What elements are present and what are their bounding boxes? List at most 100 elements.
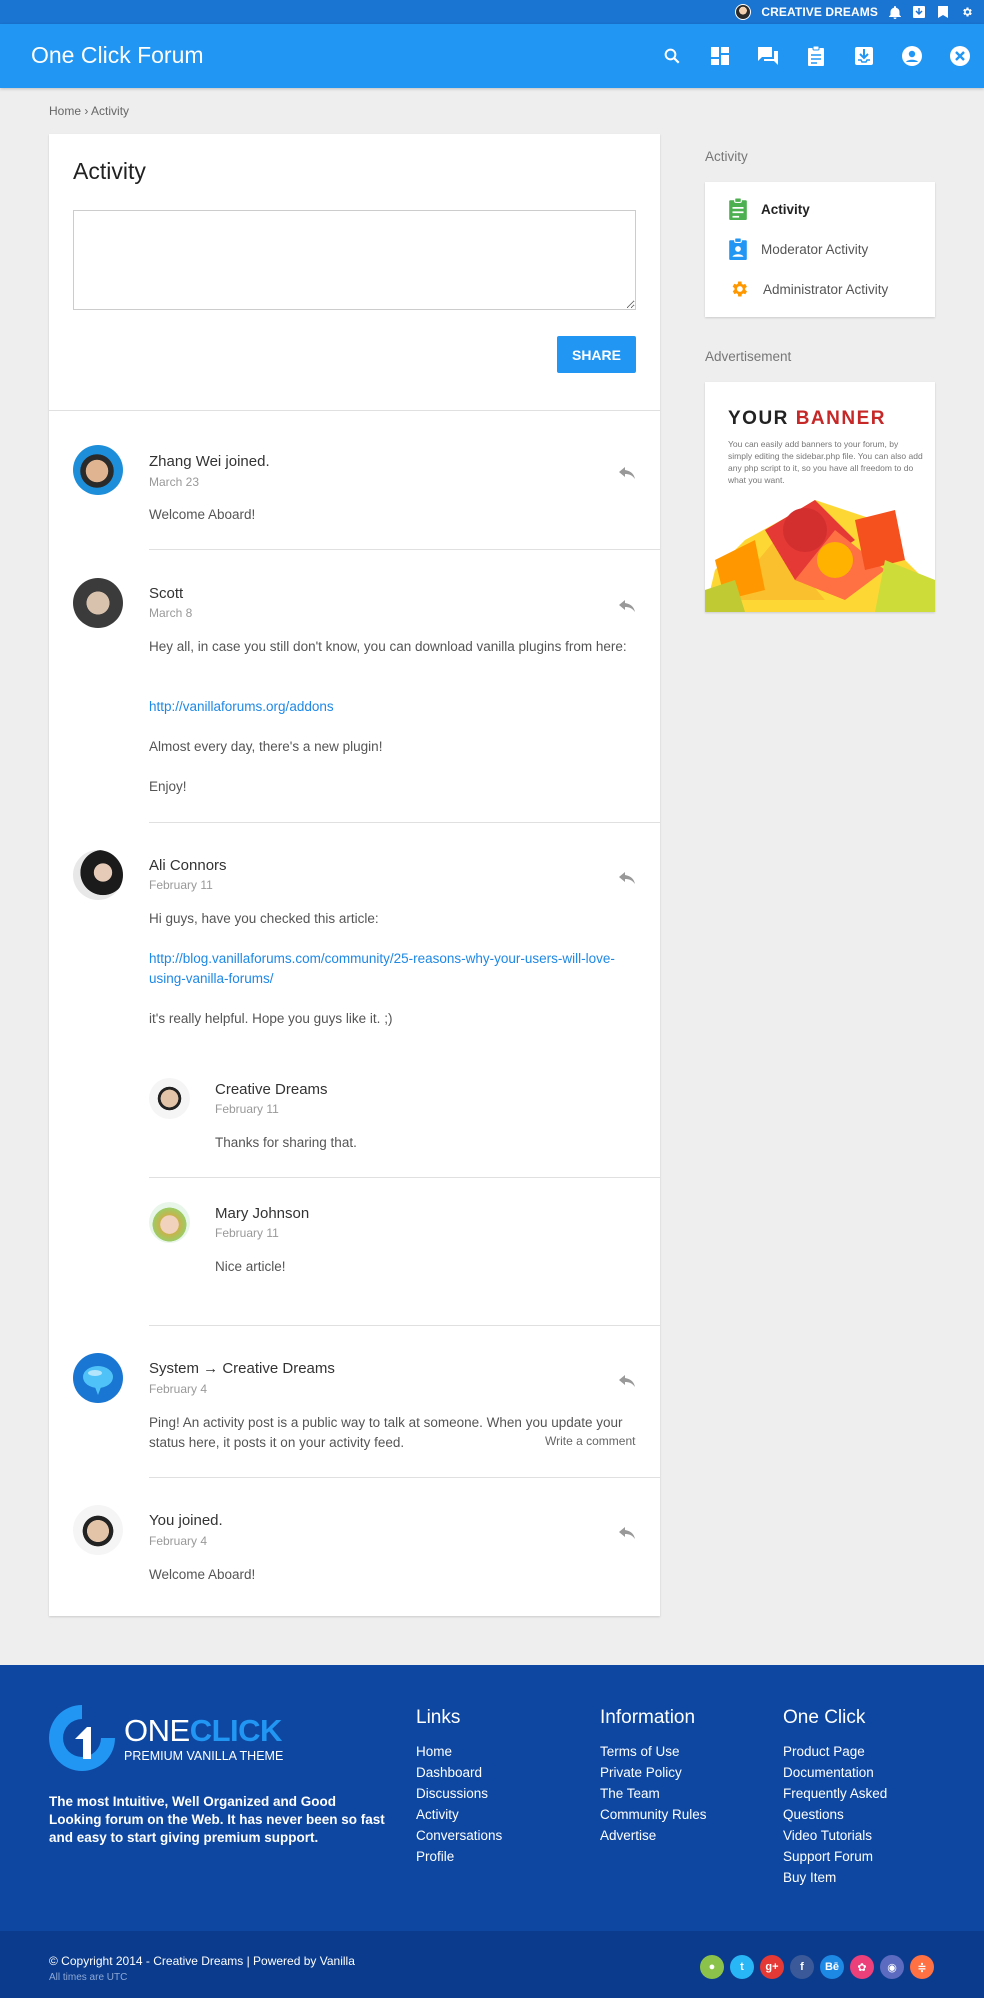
footer-column-title: One Click <box>783 1707 866 1728</box>
inbox-icon[interactable] <box>912 5 926 19</box>
envato-icon[interactable]: ● <box>700 1955 724 1979</box>
clipboard-icon <box>729 198 747 220</box>
site-title[interactable]: One Click Forum <box>31 42 204 69</box>
footer-column-title: Information <box>600 1707 696 1728</box>
footer-link-dashboard[interactable]: Dashboard <box>416 1762 502 1783</box>
activity-icon[interactable] <box>792 24 840 88</box>
reply-icon[interactable] <box>619 600 635 612</box>
footer-link-profile[interactable]: Profile <box>416 1846 502 1867</box>
dribbble-icon[interactable]: ✿ <box>850 1955 874 1979</box>
footer-link-video-tutorials[interactable]: Video Tutorials <box>783 1825 913 1846</box>
activity-body: Hi guys, have you checked this article: <box>149 911 379 926</box>
comment-avatar[interactable] <box>149 1202 190 1243</box>
footer-link-advertise[interactable]: Advertise <box>600 1825 707 1846</box>
activity-body: Welcome Aboard! <box>149 1567 256 1582</box>
footer-link-conversations[interactable]: Conversations <box>416 1825 502 1846</box>
advertisement-heading: Advertisement <box>705 349 792 364</box>
reply-icon[interactable] <box>619 467 635 479</box>
activity-link[interactable]: http://vanillaforums.org/addons <box>149 697 334 717</box>
activity-author[interactable]: System → Creative Dreams <box>149 1360 335 1377</box>
avatar[interactable] <box>73 578 123 628</box>
gear-icon <box>732 281 747 297</box>
activity-author[interactable]: You joined. <box>149 1512 223 1529</box>
logo-wordmark: ONECLICK <box>124 1713 282 1749</box>
activity-author[interactable]: Ali Connors <box>149 857 227 874</box>
comment-date: February 11 <box>215 1102 279 1116</box>
github-icon[interactable]: ◉ <box>880 1955 904 1979</box>
page-title: Activity <box>73 158 146 184</box>
footer-link-support-forum[interactable]: Support Forum <box>783 1846 913 1867</box>
comment-avatar[interactable] <box>149 1078 190 1119</box>
username-link[interactable]: CREATIVE DREAMS <box>761 5 878 19</box>
footer-link-discussions[interactable]: Discussions <box>416 1783 502 1804</box>
sidebar-item-moderator-activity[interactable]: Moderator Activity <box>729 237 868 261</box>
activity-date: March 23 <box>149 475 200 489</box>
activity-author[interactable]: Scott <box>149 585 183 602</box>
discussions-icon[interactable] <box>744 24 792 88</box>
bookmark-icon[interactable] <box>936 5 950 19</box>
activity-body: it's really helpful. Hope you guys like … <box>149 1011 393 1026</box>
social-links: ● t g+ f Bē ✿ ◉ ≑ <box>700 1955 934 1979</box>
badge-icon <box>729 238 747 260</box>
footer-link-product-page[interactable]: Product Page <box>783 1741 913 1762</box>
twitter-icon[interactable]: t <box>730 1955 754 1979</box>
rss-icon[interactable]: ≑ <box>910 1955 934 1979</box>
footer-link-terms[interactable]: Terms of Use <box>600 1741 707 1762</box>
settings-icon[interactable] <box>960 5 974 19</box>
footer-link-buy-item[interactable]: Buy Item <box>783 1867 913 1888</box>
activity-date: February 11 <box>149 878 213 892</box>
footer-oneclick-column: One Click Product Page Documentation Fre… <box>783 1707 913 1888</box>
divider <box>149 822 660 823</box>
dashboard-icon[interactable] <box>696 24 744 88</box>
breadcrumb-home[interactable]: Home <box>49 104 81 118</box>
comment-author[interactable]: Creative Dreams <box>215 1081 328 1098</box>
footer-link-faq[interactable]: Frequently Asked Questions <box>783 1783 913 1825</box>
footer-link-activity[interactable]: Activity <box>416 1804 502 1825</box>
activity-body: Ping! An activity post is a public way t… <box>149 1415 623 1450</box>
sidebar-item-activity[interactable]: Activity <box>729 197 810 221</box>
notifications-icon[interactable] <box>888 5 902 19</box>
avatar[interactable] <box>73 445 123 495</box>
activity-panel: Activity SHARE Zhang Wei joined. March 2… <box>49 134 660 1616</box>
sidebar-item-label: Activity <box>761 201 810 217</box>
google-plus-icon[interactable]: g+ <box>760 1955 784 1979</box>
footer-link-community-rules[interactable]: Community Rules <box>600 1804 707 1825</box>
footer-link-home[interactable]: Home <box>416 1741 502 1762</box>
activity-author[interactable]: Zhang Wei joined. <box>149 453 270 470</box>
reply-icon[interactable] <box>619 872 635 884</box>
sidebar-item-administrator-activity[interactable]: Administrator Activity <box>729 277 888 301</box>
reply-icon[interactable] <box>619 1375 635 1387</box>
breadcrumb: Home › Activity <box>49 104 129 118</box>
share-button[interactable]: SHARE <box>557 336 636 373</box>
footer: ONECLICK PREMIUM VANILLA THEME The most … <box>0 1665 984 1931</box>
logo-subtitle: PREMIUM VANILLA THEME <box>124 1749 284 1763</box>
footer-link-privacy[interactable]: Private Policy <box>600 1762 707 1783</box>
system-avatar[interactable] <box>73 1353 123 1403</box>
sub-footer: © Copyright 2014 - Creative Dreams | Pow… <box>0 1931 984 1998</box>
behance-icon[interactable]: Bē <box>820 1955 844 1979</box>
close-icon[interactable] <box>936 24 984 88</box>
avatar[interactable] <box>73 850 123 900</box>
advertisement-banner[interactable]: YOUR BANNER You can easily add banners t… <box>705 382 935 612</box>
activity-link[interactable]: http://blog.vanillaforums.com/community/… <box>149 949 629 989</box>
footer-logo[interactable]: ONECLICK PREMIUM VANILLA THEME <box>49 1705 283 1776</box>
comment-body: Nice article! <box>215 1259 286 1274</box>
user-avatar[interactable] <box>735 4 752 20</box>
avatar[interactable] <box>73 1505 123 1555</box>
comment-author[interactable]: Mary Johnson <box>215 1205 309 1222</box>
banner-text: You can easily add banners to your forum… <box>728 439 923 485</box>
profile-icon[interactable] <box>888 24 936 88</box>
reply-icon[interactable] <box>619 1527 635 1539</box>
footer-link-documentation[interactable]: Documentation <box>783 1762 913 1783</box>
breadcrumb-separator: › <box>84 104 89 118</box>
status-textarea[interactable] <box>73 210 636 310</box>
footer-links-column: Links Home Dashboard Discussions Activit… <box>416 1707 502 1867</box>
footer-link-team[interactable]: The Team <box>600 1783 707 1804</box>
search-icon[interactable] <box>648 24 696 88</box>
speech-bubble-icon <box>83 1366 113 1395</box>
inbox-icon[interactable] <box>840 24 888 88</box>
breadcrumb-current[interactable]: Activity <box>91 104 129 118</box>
facebook-icon[interactable]: f <box>790 1955 814 1979</box>
sidebar-item-label: Administrator Activity <box>763 281 889 297</box>
activity-body: Hey all, in case you still don't know, y… <box>149 639 627 654</box>
